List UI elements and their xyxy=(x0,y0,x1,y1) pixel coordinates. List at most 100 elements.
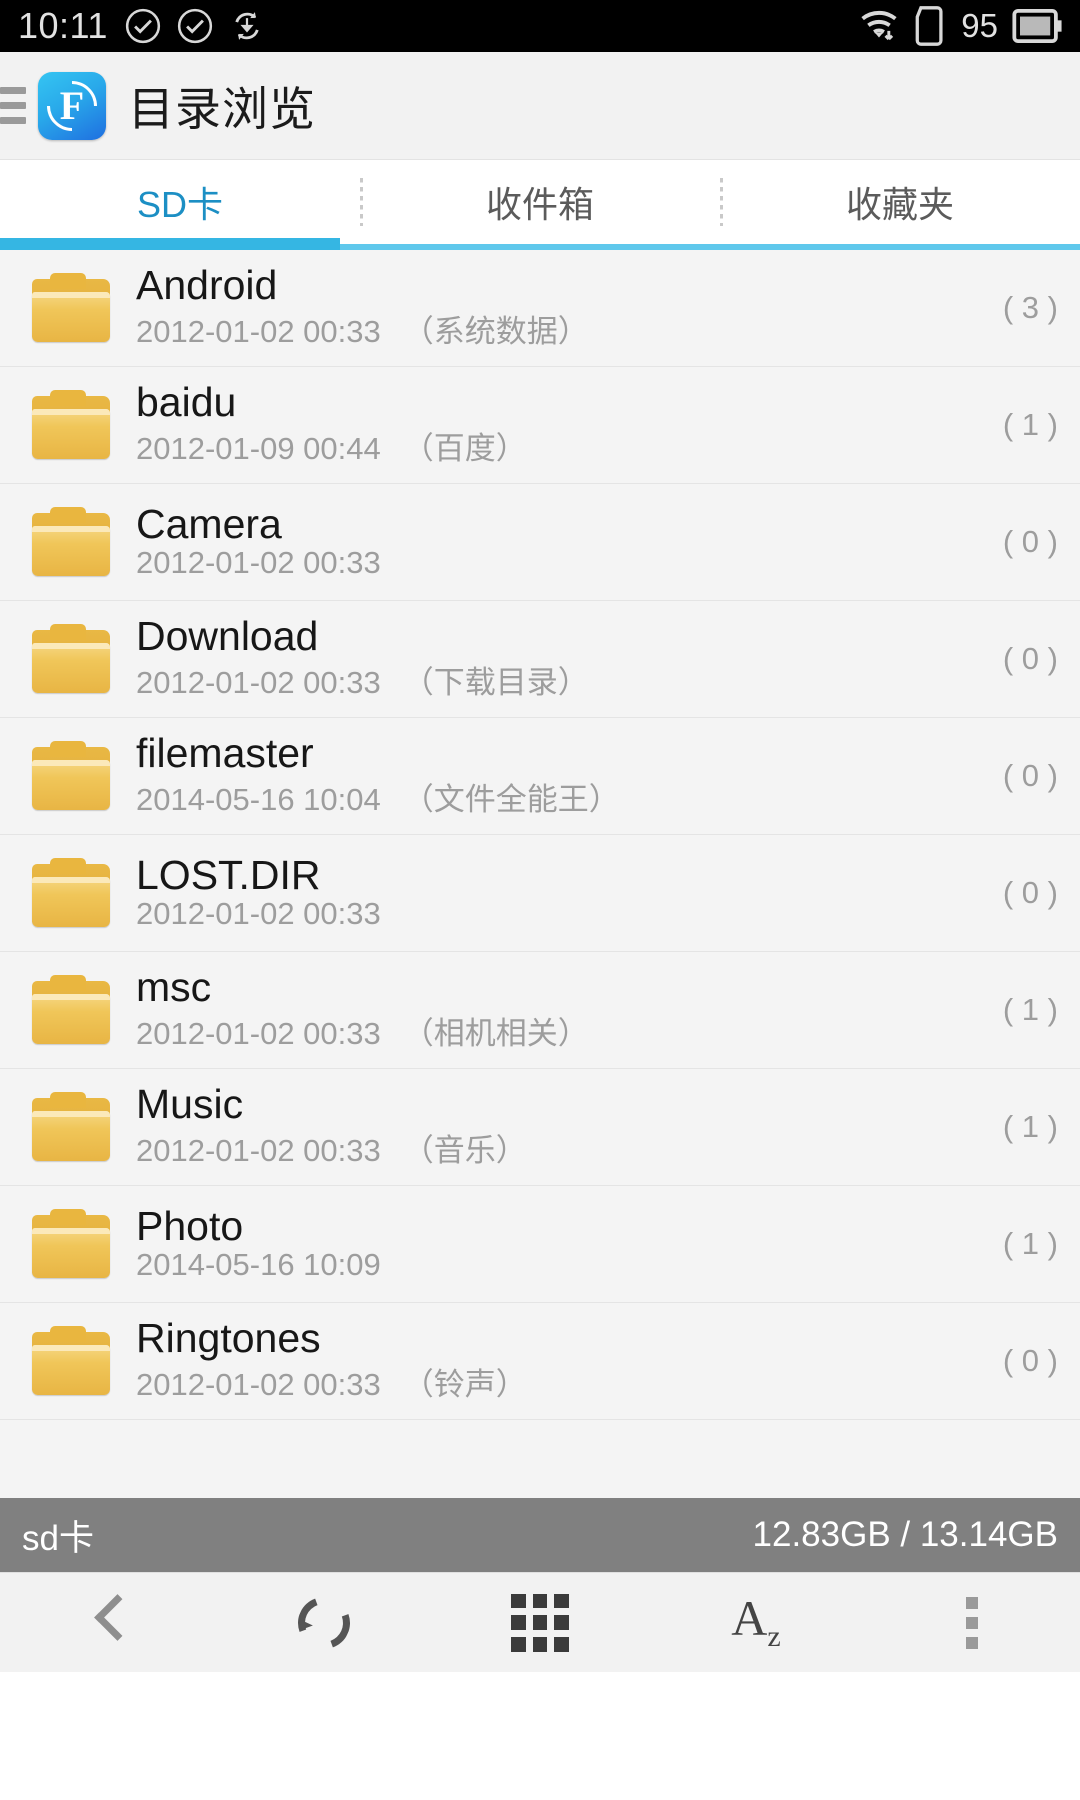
tab-list: SD卡 收件箱 收藏夹 xyxy=(0,160,1080,244)
file-description: （系统数据） xyxy=(402,314,589,349)
app-logo-icon[interactable]: F xyxy=(36,70,108,141)
row-text: msc 2012-01-02 00:33 （相机相关） xyxy=(136,967,983,1053)
file-meta: 2012-01-02 00:33 xyxy=(136,896,983,932)
table-row[interactable]: baidu 2012-01-09 00:44 （百度） ( 1 ) xyxy=(0,367,1080,484)
check-circle-icon xyxy=(125,8,161,44)
folder-icon xyxy=(28,273,114,343)
folder-icon xyxy=(28,507,114,577)
status-left-icons xyxy=(124,7,266,45)
file-description: （百度） xyxy=(402,431,527,466)
app-bar: F 目录浏览 xyxy=(0,52,1080,160)
sd-card-icon xyxy=(915,6,943,46)
back-button[interactable] xyxy=(0,1573,216,1672)
file-name: Camera xyxy=(136,500,282,547)
row-text: LOST.DIR 2012-01-02 00:33 xyxy=(136,851,983,932)
tab-favorites[interactable]: 收藏夹 xyxy=(720,160,1080,244)
file-description: （铃声） xyxy=(402,1367,527,1402)
table-row[interactable]: Ringtones 2012-01-02 00:33 （铃声） ( 0 ) xyxy=(0,1303,1080,1420)
chevron-left-icon xyxy=(91,1595,125,1651)
az-sort-icon: Az xyxy=(731,1593,780,1652)
more-button[interactable] xyxy=(864,1573,1080,1672)
tab-label: 收藏夹 xyxy=(845,184,954,225)
table-row[interactable]: Music 2012-01-02 00:33 （音乐） ( 1 ) xyxy=(0,1069,1080,1186)
file-meta: 2012-01-02 00:33 xyxy=(136,545,983,581)
hamburger-menu-icon[interactable] xyxy=(0,87,26,124)
sort-letter-z: z xyxy=(767,1620,781,1653)
row-text: baidu 2012-01-09 00:44 （百度） xyxy=(136,382,983,468)
file-meta: 2012-01-02 00:33 （下载目录） xyxy=(136,657,983,702)
row-text: Camera 2012-01-02 00:33 xyxy=(136,500,983,581)
table-row[interactable]: Download 2012-01-02 00:33 （下载目录） ( 0 ) xyxy=(0,601,1080,718)
file-count: ( 1 ) xyxy=(1002,1109,1058,1144)
android-status-bar: 10:11 95 xyxy=(0,0,1080,52)
bottom-toolbar: Az xyxy=(0,1572,1080,1672)
row-text: Android 2012-01-02 00:33 （系统数据） xyxy=(136,265,983,351)
file-date: 2014-05-16 10:04 xyxy=(136,782,381,817)
file-name: LOST.DIR xyxy=(136,851,321,898)
row-text: Photo 2014-05-16 10:09 xyxy=(136,1202,983,1283)
folder-icon xyxy=(28,975,114,1045)
file-name: msc xyxy=(136,964,212,1010)
folder-icon xyxy=(28,390,114,460)
grid-view-button[interactable] xyxy=(432,1573,648,1672)
hamburger-line xyxy=(0,117,26,124)
row-text: Music 2012-01-02 00:33 （音乐） xyxy=(136,1084,983,1170)
refresh-button[interactable] xyxy=(216,1573,432,1672)
file-description: （相机相关） xyxy=(402,1016,589,1051)
folder-icon xyxy=(28,1326,114,1396)
status-right-icons: 95 xyxy=(859,6,1062,46)
file-name: Photo xyxy=(136,1202,244,1249)
check-circle-icon xyxy=(177,8,213,44)
folder-icon xyxy=(28,1092,114,1162)
file-meta: 2014-05-16 10:04 （文件全能王） xyxy=(136,774,983,819)
storage-status-bar: sd卡 12.83GB / 13.14GB xyxy=(0,1498,1080,1572)
file-count: ( 1 ) xyxy=(1002,1226,1058,1261)
status-clock: 10:11 xyxy=(18,5,108,46)
tab-inbox[interactable]: 收件箱 xyxy=(360,160,720,244)
file-description: （音乐） xyxy=(402,1133,527,1168)
table-row[interactable]: Photo 2014-05-16 10:09 ( 1 ) xyxy=(0,1186,1080,1303)
page-title: 目录浏览 xyxy=(128,82,316,135)
file-description: （下载目录） xyxy=(402,665,589,700)
file-name: filemaster xyxy=(136,730,314,776)
file-date: 2012-01-02 00:33 xyxy=(136,1016,381,1051)
grid-icon xyxy=(511,1593,569,1652)
file-count: ( 1 ) xyxy=(1002,992,1058,1027)
hamburger-line xyxy=(0,102,26,109)
file-date: 2012-01-02 00:33 xyxy=(136,544,381,580)
file-date: 2012-01-02 00:33 xyxy=(136,1133,381,1168)
file-date: 2014-05-16 10:09 xyxy=(136,1246,381,1282)
file-name: Download xyxy=(136,613,319,659)
table-row[interactable]: msc 2012-01-02 00:33 （相机相关） ( 1 ) xyxy=(0,952,1080,1069)
file-list[interactable]: Android 2012-01-02 00:33 （系统数据） ( 3 ) ba… xyxy=(0,250,1080,1498)
file-meta: 2012-01-09 00:44 （百度） xyxy=(136,423,983,468)
table-row[interactable]: Android 2012-01-02 00:33 （系统数据） ( 3 ) xyxy=(0,250,1080,367)
file-name: Android xyxy=(136,262,278,308)
row-text: Ringtones 2012-01-02 00:33 （铃声） xyxy=(136,1318,983,1404)
file-count: ( 0 ) xyxy=(1002,524,1058,559)
file-count: ( 1 ) xyxy=(1002,407,1058,442)
battery-percent: 95 xyxy=(961,7,998,44)
file-meta: 2014-05-16 10:09 xyxy=(136,1247,983,1283)
row-text: filemaster 2014-05-16 10:04 （文件全能王） xyxy=(136,733,983,819)
sort-button[interactable]: Az xyxy=(648,1573,864,1672)
table-row[interactable]: LOST.DIR 2012-01-02 00:33 ( 0 ) xyxy=(0,835,1080,952)
file-date: 2012-01-02 00:33 xyxy=(136,1367,381,1402)
file-date: 2012-01-02 00:33 xyxy=(136,895,381,931)
tab-bar: SD卡 收件箱 收藏夹 xyxy=(0,160,1080,250)
tab-label: 收件箱 xyxy=(485,184,594,225)
row-text: Download 2012-01-02 00:33 （下载目录） xyxy=(136,616,983,702)
file-count: ( 3 ) xyxy=(1002,290,1058,325)
table-row[interactable]: Camera 2012-01-02 00:33 ( 0 ) xyxy=(0,484,1080,601)
folder-icon xyxy=(28,1209,114,1279)
refresh-icon xyxy=(289,1587,359,1658)
file-meta: 2012-01-02 00:33 （音乐） xyxy=(136,1125,983,1170)
table-row[interactable]: filemaster 2014-05-16 10:04 （文件全能王） ( 0 … xyxy=(0,718,1080,835)
file-date: 2012-01-09 00:44 xyxy=(136,431,381,466)
folder-icon xyxy=(28,624,114,694)
file-meta: 2012-01-02 00:33 （系统数据） xyxy=(136,306,983,351)
tab-sd-card[interactable]: SD卡 xyxy=(0,160,360,244)
wifi-icon xyxy=(861,11,897,41)
hamburger-line xyxy=(0,87,26,94)
file-count: ( 0 ) xyxy=(1002,875,1058,910)
